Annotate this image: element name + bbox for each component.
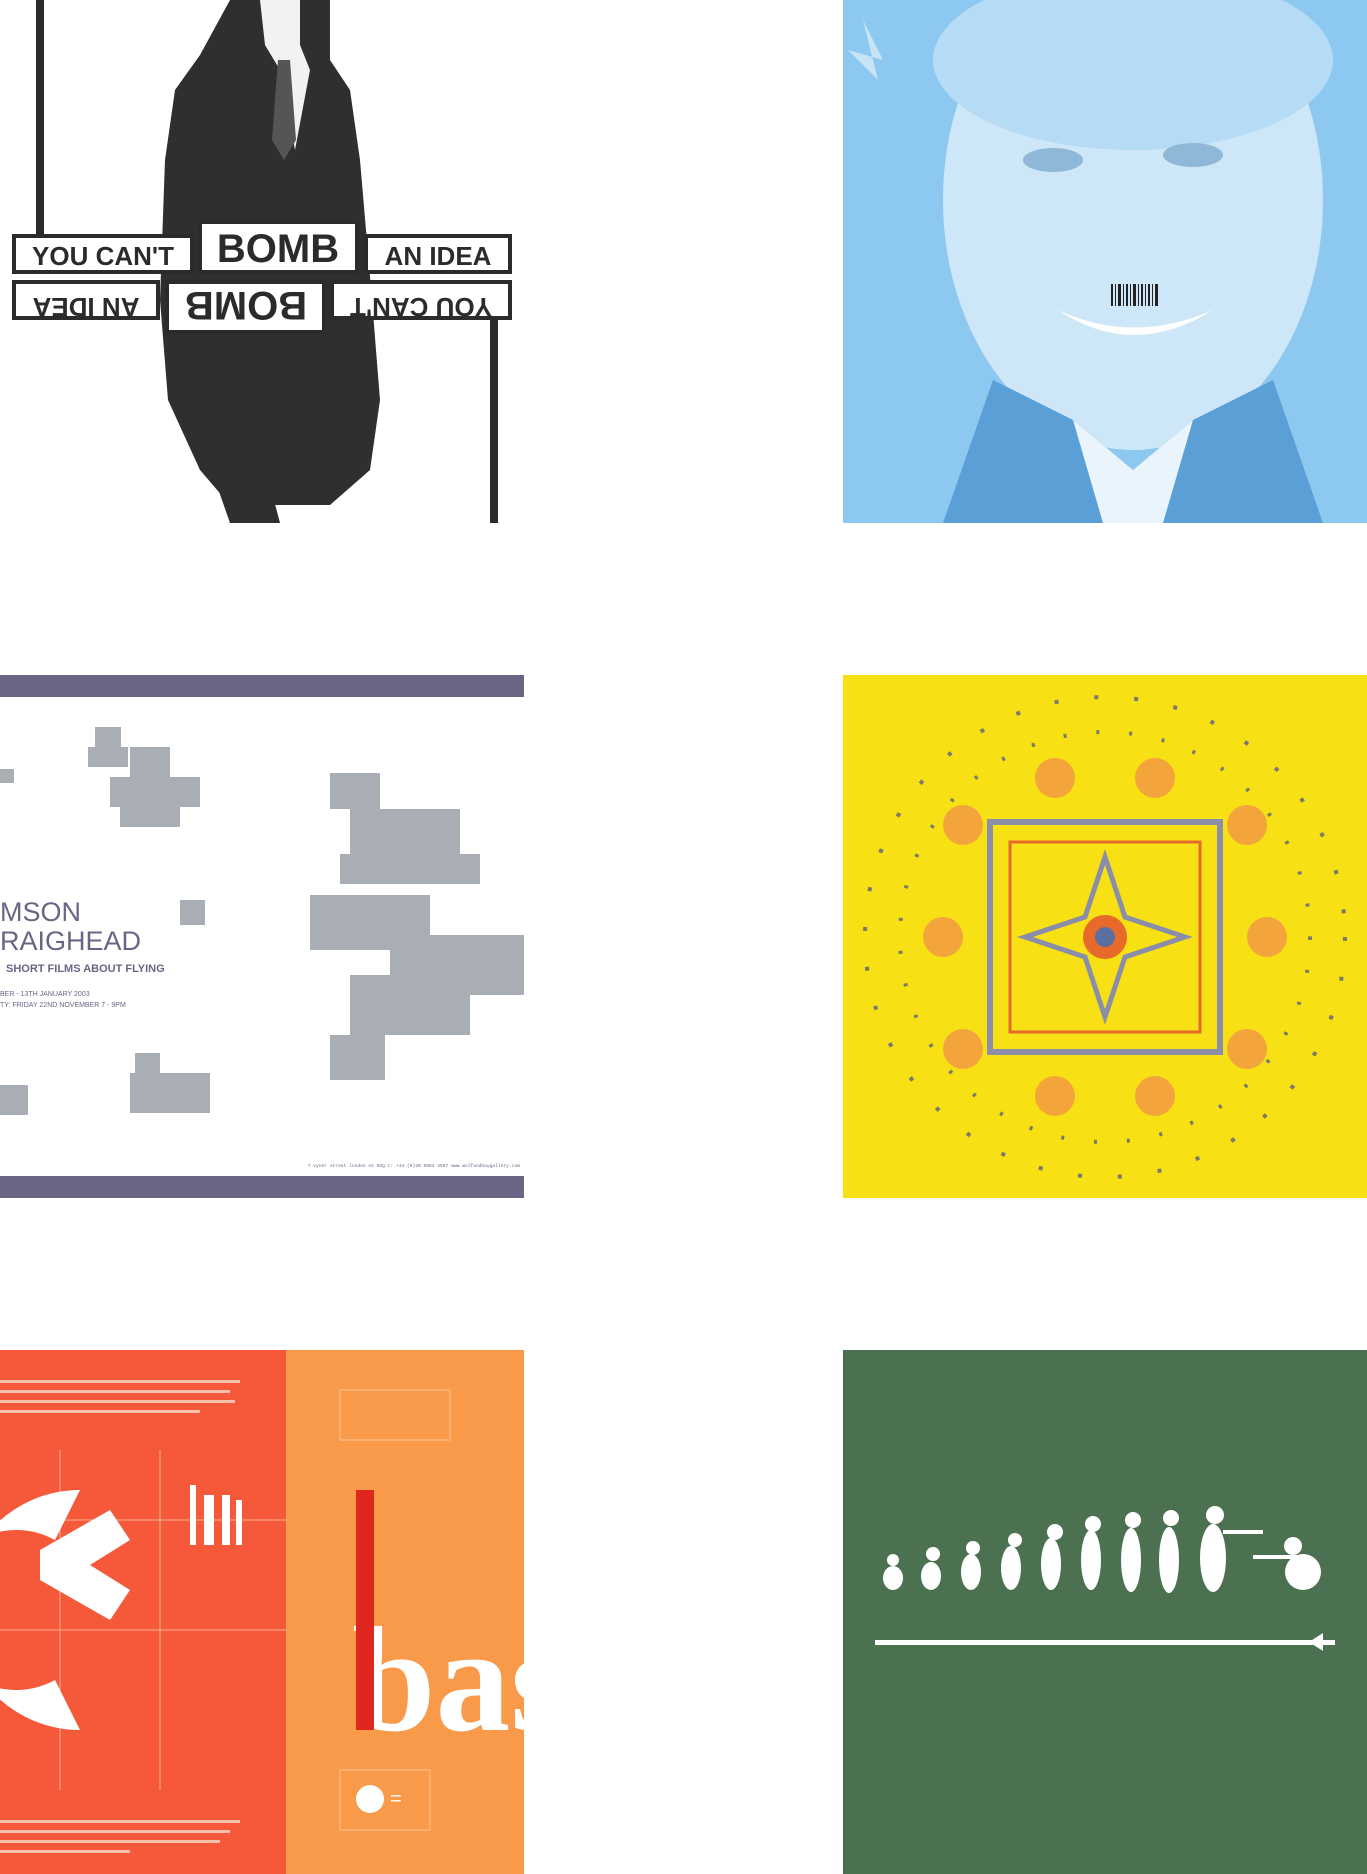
typography-poster-image: bast = bbox=[0, 1350, 524, 1874]
gallery-item-barcode-smile-portrait[interactable] bbox=[843, 0, 1367, 523]
poster-preview: TY: FRIDAY 22ND NOVEMBER 7 - 9PM bbox=[0, 1002, 126, 1009]
gallery-item-yellow-mandala-pattern[interactable] bbox=[843, 675, 1367, 1198]
gallery-item-orange-typography-poster[interactable]: bast = bbox=[0, 1350, 524, 1874]
sign-top-center-text: BOMB bbox=[217, 227, 339, 271]
sign-bottom-right-text: YOU CAN'T bbox=[350, 292, 492, 322]
flying-films-poster-image: MSON RAIGHEAD SHORT FILMS ABOUT FLYING B… bbox=[0, 675, 524, 1198]
equals-icon: = bbox=[390, 1788, 402, 1810]
poster-glyphs: bast bbox=[352, 1597, 524, 1763]
sign-top-left-text: YOU CAN'T bbox=[32, 241, 174, 271]
gallery-item-flying-films-poster[interactable]: MSON RAIGHEAD SHORT FILMS ABOUT FLYING B… bbox=[0, 675, 524, 1198]
gallery-item-bomb-idea-poster[interactable]: YOU CAN'T BOMB AN IDEA YOU CAN'T BOMB AN… bbox=[0, 0, 524, 523]
evolution-to-soldier-image bbox=[843, 1350, 1367, 1874]
poster-title-line1: MSON bbox=[0, 897, 81, 927]
timeline-line bbox=[875, 1640, 1335, 1645]
poster-subtitle: SHORT FILMS ABOUT FLYING bbox=[6, 963, 165, 975]
poster-footer: 7 vyner street london e2 9dg t: +44 (0)2… bbox=[308, 1163, 521, 1169]
barcode-smile-portrait-image bbox=[843, 0, 1367, 523]
sign-bottom-left-text: AN IDEA bbox=[32, 292, 139, 322]
gallery-item-evolution-to-soldier[interactable] bbox=[843, 1350, 1367, 1874]
poster-dates: BER - 13TH JANUARY 2003 bbox=[0, 991, 90, 998]
bomb-idea-poster-image: YOU CAN'T BOMB AN IDEA YOU CAN'T BOMB AN… bbox=[12, 0, 512, 523]
mandala-pattern-image bbox=[843, 675, 1367, 1198]
poster-title-line2: RAIGHEAD bbox=[0, 926, 141, 956]
sign-top-right-text: AN IDEA bbox=[385, 241, 492, 271]
sign-bottom-center-text: BOMB bbox=[185, 283, 307, 327]
